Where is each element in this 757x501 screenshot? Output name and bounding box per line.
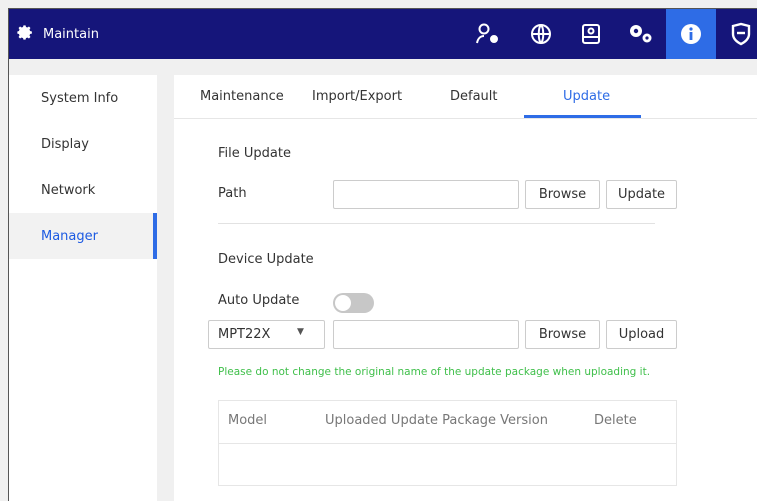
column-header-model: Model xyxy=(228,413,268,428)
main-content: Maintenance Import/Export Default Update… xyxy=(174,75,757,501)
sidebar-item-system-info[interactable]: System Info xyxy=(9,75,157,121)
sidebar-item-label: Network xyxy=(41,182,96,198)
app-title-text: Maintain xyxy=(43,26,99,42)
storage-icon[interactable] xyxy=(566,9,616,59)
upload-button[interactable]: Upload xyxy=(606,320,677,349)
section-divider xyxy=(218,223,655,224)
table-header: Model Uploaded Update Package Version De… xyxy=(219,401,676,444)
auto-update-label: Auto Update xyxy=(218,293,300,308)
file-update-title: File Update xyxy=(218,146,291,161)
tab-default[interactable]: Default xyxy=(450,75,498,118)
sidebar-item-label: Display xyxy=(41,136,89,152)
user-settings-icon[interactable] xyxy=(463,9,513,59)
uploaded-packages-table: Model Uploaded Update Package Version De… xyxy=(218,400,677,486)
system-gears-icon[interactable] xyxy=(616,9,666,59)
column-header-version: Uploaded Update Package Version xyxy=(325,413,548,428)
sidebar: System Info Display Network Manager xyxy=(9,75,157,501)
device-model-select[interactable]: MPT22X ▼ xyxy=(208,320,325,349)
upload-file-input[interactable] xyxy=(333,320,519,349)
shield-icon[interactable] xyxy=(716,9,757,59)
network-globe-icon[interactable] xyxy=(516,9,566,59)
sidebar-item-display[interactable]: Display xyxy=(9,121,157,167)
sidebar-item-label: Manager xyxy=(41,228,98,244)
sidebar-item-manager[interactable]: Manager xyxy=(9,213,157,259)
tab-bar: Maintenance Import/Export Default Update xyxy=(174,75,757,119)
tab-update[interactable]: Update xyxy=(563,75,610,118)
device-update-title: Device Update xyxy=(218,252,314,267)
auto-update-toggle[interactable] xyxy=(333,293,374,313)
app-title: Maintain xyxy=(17,9,99,59)
info-icon[interactable] xyxy=(666,9,716,59)
device-browse-button[interactable]: Browse xyxy=(525,320,600,349)
tab-import-export[interactable]: Import/Export xyxy=(312,75,402,118)
device-model-value: MPT22X xyxy=(218,327,271,342)
column-header-delete: Delete xyxy=(594,413,637,428)
sidebar-item-network[interactable]: Network xyxy=(9,167,157,213)
update-button[interactable]: Update xyxy=(606,180,677,209)
active-tab-indicator xyxy=(524,115,641,118)
toggle-knob xyxy=(335,295,351,311)
sidebar-item-label: System Info xyxy=(41,90,119,106)
app-window: Maintain System Info Display Network Man… xyxy=(8,8,757,501)
path-label: Path xyxy=(218,186,247,201)
maintain-gear-icon xyxy=(17,24,43,45)
browse-button[interactable]: Browse xyxy=(525,180,600,209)
upload-hint-text: Please do not change the original name o… xyxy=(218,366,651,378)
tab-maintenance[interactable]: Maintenance xyxy=(200,75,284,118)
caret-down-icon: ▼ xyxy=(297,327,304,337)
path-input[interactable] xyxy=(333,180,519,209)
top-bar: Maintain xyxy=(9,9,757,59)
